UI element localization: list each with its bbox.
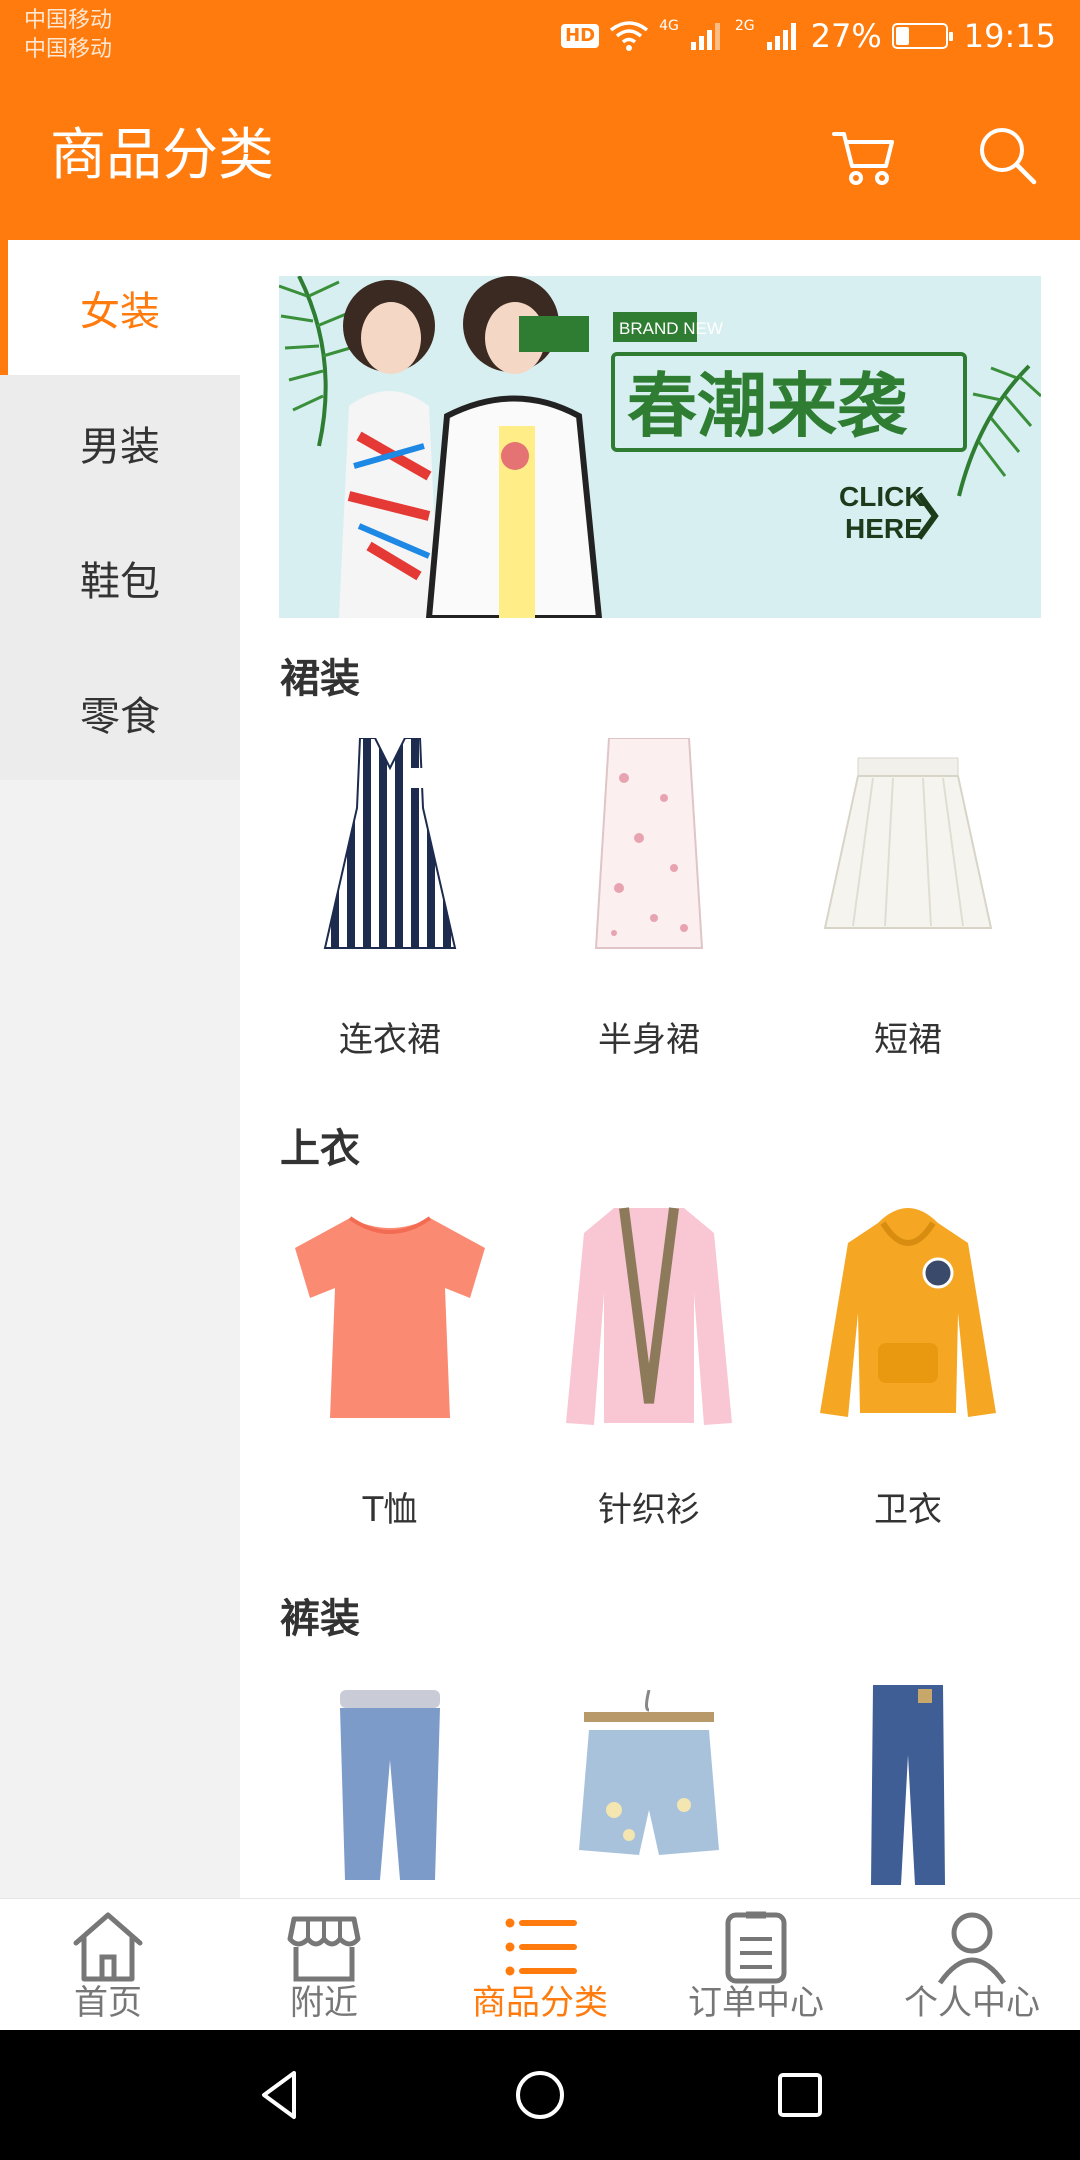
net-4g-label: 4G <box>659 18 679 34</box>
carrier-2: 中国移动 <box>24 37 113 62</box>
jeans-image <box>778 1670 1038 1898</box>
clock: 19:15 <box>963 17 1056 55</box>
nav-profile[interactable]: 个人中心 <box>864 1899 1080 2030</box>
denim-shorts-image <box>519 1670 779 1898</box>
section-title-skirts: 裙装 <box>280 656 360 702</box>
category-item-pants-1[interactable] <box>260 1670 520 1898</box>
banner-headline: 春潮来袭 <box>627 365 908 447</box>
nav-label: 订单中心 <box>688 1983 824 2023</box>
battery-percent: 27% <box>810 17 882 55</box>
page-title: 商品分类 <box>50 123 274 188</box>
carrier-1: 中国移动 <box>24 8 113 33</box>
knit-cardigan-image <box>519 1198 779 1438</box>
category-item-label: 针织衫 <box>598 1490 700 1530</box>
category-item-knit[interactable]: 针织衫 <box>519 1198 779 1532</box>
banner-brand-tag: BRAND NEW <box>619 319 723 338</box>
banner-cta-line1: CLICK <box>839 481 925 512</box>
recents-icon[interactable] <box>770 2065 830 2125</box>
nav-label: 个人中心 <box>904 1983 1040 2023</box>
status-icons: HD 4G 2G 27% 19:15 <box>561 14 1056 58</box>
signal-icon <box>690 23 720 50</box>
sidebar-item-label: 女装 <box>80 288 160 335</box>
category-item-label: T恤 <box>362 1490 418 1530</box>
nav-categories[interactable]: 商品分类 <box>432 1899 648 2030</box>
nav-label: 附近 <box>290 1983 358 2023</box>
back-icon[interactable] <box>250 2065 310 2125</box>
category-item-tshirt[interactable]: T恤 <box>260 1198 520 1532</box>
category-item-label: 卫衣 <box>874 1490 942 1530</box>
section-title-pants: 裤装 <box>280 1596 360 1642</box>
home-icon <box>73 1912 143 1982</box>
casual-pants-image <box>260 1670 520 1898</box>
category-item-half-skirt[interactable]: 半身裙 <box>519 728 779 1062</box>
category-item-label: 半身裙 <box>598 1020 700 1060</box>
battery-fill <box>895 27 909 45</box>
person-icon <box>937 1912 1007 1985</box>
section-title-tops: 上衣 <box>280 1126 360 1172</box>
home-circle-icon[interactable] <box>510 2065 570 2125</box>
short-skirt-image <box>778 728 1038 968</box>
promo-banner[interactable]: BRAND NEW 春潮来袭 CLICK HERE <box>279 276 1041 618</box>
sidebar-item-snacks[interactable]: 零食 <box>0 645 240 780</box>
nav-orders[interactable]: 订单中心 <box>648 1899 864 2030</box>
carrier-info: 中国移动 中国移动 <box>24 6 112 64</box>
hd-icon: HD <box>561 24 600 48</box>
nav-nearby[interactable]: 附近 <box>216 1899 432 2030</box>
category-item-short-skirt[interactable]: 短裙 <box>778 728 1038 1062</box>
clipboard-icon <box>725 1911 787 1984</box>
system-nav-bar <box>0 2030 1080 2160</box>
cart-icon[interactable] <box>828 120 900 192</box>
category-item-label: 连衣裙 <box>339 1020 441 1060</box>
hoodie-image <box>778 1198 1038 1438</box>
nav-label: 首页 <box>74 1983 142 2023</box>
battery-icon <box>891 23 953 49</box>
dress-image <box>260 728 520 968</box>
search-icon[interactable] <box>972 120 1044 192</box>
category-item-hoodie[interactable]: 卫衣 <box>778 1198 1038 1532</box>
category-item-pants-2[interactable] <box>519 1670 779 1898</box>
sidebar-item-label: 零食 <box>80 693 160 740</box>
tshirt-image <box>260 1198 520 1438</box>
nav-home[interactable]: 首页 <box>0 1899 216 2030</box>
status-bar: 中国移动 中国移动 HD 4G 2G 27% 19:15 <box>0 0 1080 72</box>
net-2g-label: 2G <box>734 18 755 34</box>
sidebar-item-shoes-bags[interactable]: 鞋包 <box>0 510 240 645</box>
half-skirt-image <box>519 728 779 968</box>
nav-label: 商品分类 <box>472 1983 608 2023</box>
category-item-dress[interactable]: 连衣裙 <box>260 728 520 1062</box>
wifi-icon <box>610 21 649 51</box>
category-item-label: 短裙 <box>874 1020 942 1060</box>
signal-icon-2 <box>766 23 796 50</box>
sidebar-item-label: 男装 <box>80 423 160 470</box>
banner-illustration: BRAND NEW 春潮来袭 CLICK HERE <box>279 276 1041 618</box>
sidebar-item-women[interactable]: 女装 <box>0 240 240 375</box>
store-icon <box>287 1916 361 1982</box>
category-sidebar: 女装 男装 鞋包 零食 <box>0 240 240 1898</box>
bottom-nav: 首页 附近 商品分类 订单中心 个人中心 <box>0 1898 1080 2030</box>
list-icon <box>505 1918 577 1976</box>
app-bar: 商品分类 <box>0 72 1080 240</box>
sidebar-item-men[interactable]: 男装 <box>0 375 240 510</box>
category-item-pants-3[interactable] <box>778 1670 1038 1898</box>
banner-cta-line2: HERE <box>845 513 923 544</box>
sidebar-item-label: 鞋包 <box>80 558 160 605</box>
category-content: BRAND NEW 春潮来袭 CLICK HERE 裙装 连衣裙 半身裙 短裙 … <box>240 240 1080 1898</box>
